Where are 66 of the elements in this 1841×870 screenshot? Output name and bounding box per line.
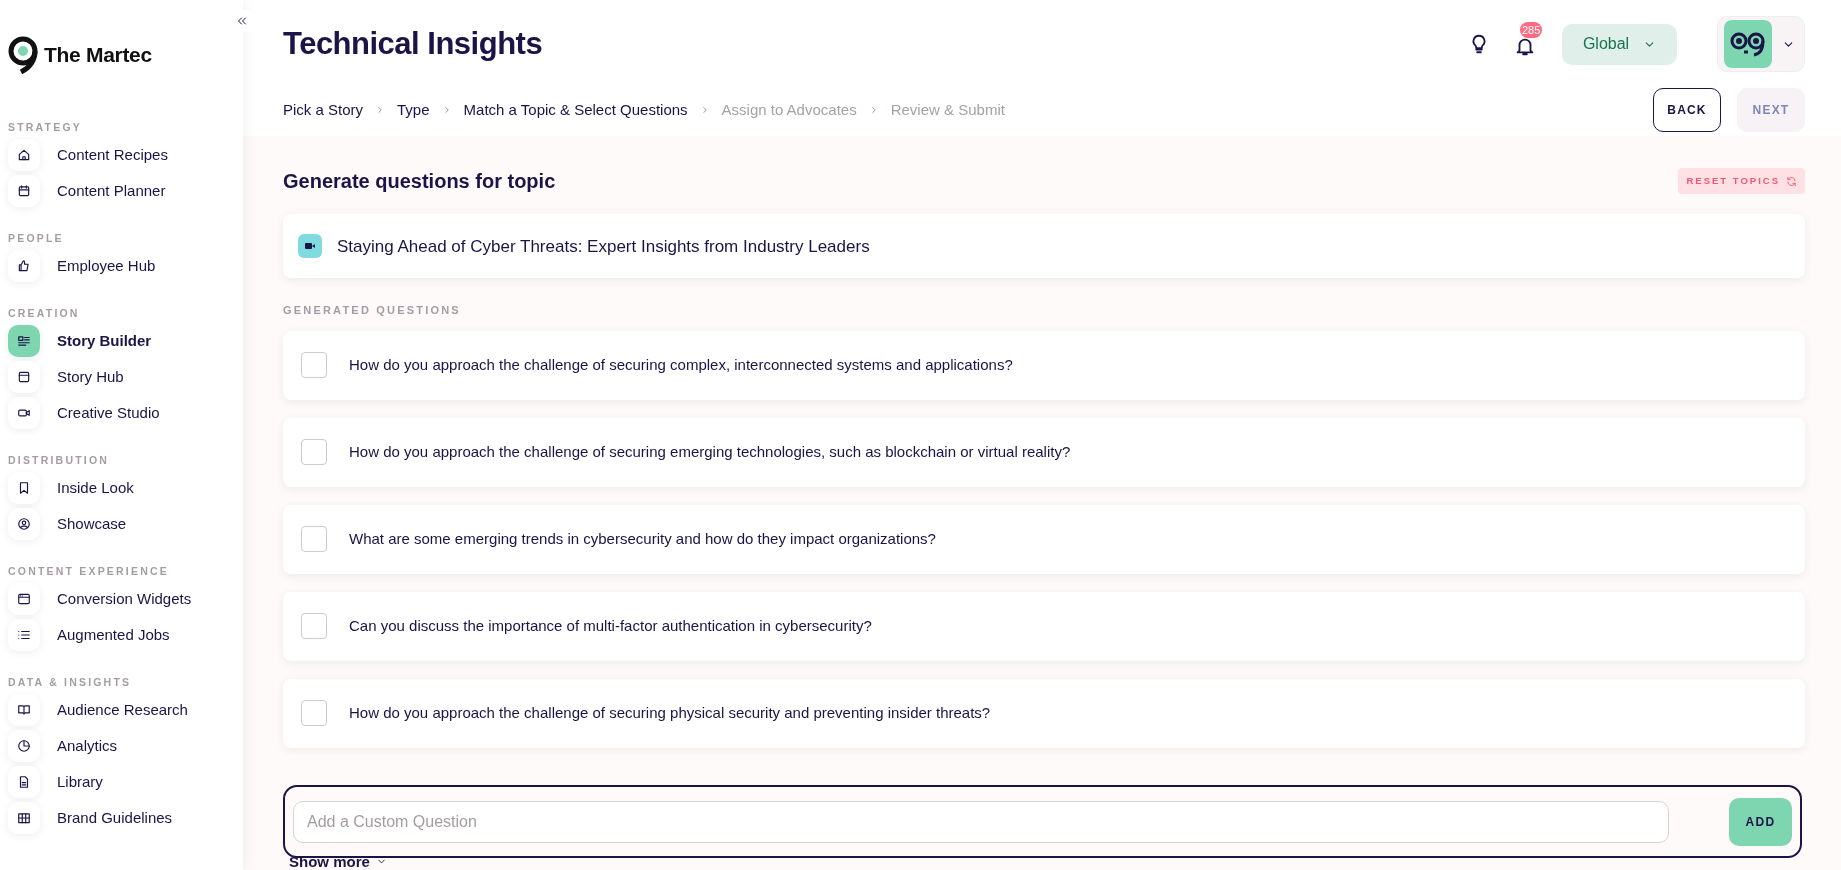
question-text: How do you approach the challenge of securing complex, interconnected systems and applications? xyxy=(349,355,1013,375)
section-label: CONTENT EXPERIENCE xyxy=(8,564,170,578)
sidebar-item[interactable]: Story Builder xyxy=(8,323,243,359)
question-text: What are some emerging trends in cybersecurity and how do they impact organizations? xyxy=(349,529,936,549)
home-icon xyxy=(17,148,31,162)
sidebar-item[interactable]: Library xyxy=(8,764,243,800)
add-button[interactable]: ADD xyxy=(1729,797,1792,846)
question-checkbox[interactable] xyxy=(301,613,327,640)
sidebar-item[interactable]: Analytics xyxy=(8,728,243,764)
thumbs-up-icon xyxy=(17,259,31,273)
question-checkbox[interactable] xyxy=(301,439,327,466)
breadcrumb-step: Review & Submit xyxy=(890,98,1005,122)
question-checkbox[interactable] xyxy=(301,352,327,379)
nav-button[interactable]: BACK xyxy=(1653,88,1721,132)
double-chevron-left-icon xyxy=(236,15,248,27)
sidebar-item[interactable]: Showcase xyxy=(8,506,243,542)
question-text: Can you discuss the importance of multi-factor authentication in cybersecurity? xyxy=(349,616,872,636)
custom-question-field[interactable]: Add a Custom Question xyxy=(293,800,1669,843)
sidebar-item[interactable]: Creative Studio xyxy=(8,395,243,431)
refresh-icon xyxy=(1786,175,1797,187)
logo-icon xyxy=(8,36,38,74)
breadcrumb-step[interactable]: Type xyxy=(397,98,430,122)
page-title: Technical Insights xyxy=(283,25,543,63)
question-checkbox[interactable] xyxy=(301,526,327,553)
breadcrumb-step[interactable]: Match a Topic & Select Questions xyxy=(463,98,688,122)
user-circle-icon xyxy=(17,517,31,531)
grid-book-icon xyxy=(17,811,31,825)
sidebar-item[interactable]: Inside Look xyxy=(8,470,243,506)
section-label: CREATION xyxy=(8,306,81,320)
window-icon xyxy=(17,370,31,384)
sidebar-item[interactable]: Content Recipes xyxy=(8,137,243,173)
region-dropdown[interactable]: Global xyxy=(1562,23,1677,65)
section-label: DISTRIBUTION xyxy=(8,453,111,467)
sidebar-item[interactable]: Content Planner xyxy=(8,173,243,209)
breadcrumb-step: Assign to Advocates xyxy=(721,98,857,122)
question-text: How do you approach the challenge of securing emerging technologies, such as blockchain or virtual reality? xyxy=(349,442,1071,462)
calendar-icon xyxy=(17,184,31,198)
video-camera-icon xyxy=(17,406,31,420)
sidebar-item[interactable]: Augmented Jobs xyxy=(8,617,243,653)
show-more-link[interactable]: Show more xyxy=(289,850,387,870)
story-card-icon xyxy=(17,334,31,348)
notification-badge: 285 xyxy=(1520,22,1543,38)
sidebar-item[interactable]: Brand Guidelines xyxy=(8,800,243,836)
topic-title: Staying Ahead of Cyber Threats: Expert Insights from Industry Leaders xyxy=(337,235,870,258)
browser-window-icon xyxy=(17,592,31,606)
sidebar-item[interactable]: Audience Research xyxy=(8,692,243,728)
bookmark-icon xyxy=(17,481,31,495)
sidebar-item[interactable]: Story Hub xyxy=(8,359,243,395)
list-icon xyxy=(17,628,31,642)
question-checkbox[interactable] xyxy=(301,700,327,727)
open-book-icon xyxy=(17,703,31,717)
document-icon xyxy=(17,775,31,789)
section-label: PEOPLE xyxy=(8,231,65,245)
account-menu[interactable] xyxy=(1717,16,1805,72)
pie-chart-icon xyxy=(17,739,31,753)
brand-name: The Martec xyxy=(44,42,152,69)
sidebar-item[interactable]: Employee Hub xyxy=(8,248,243,284)
breadcrumb-step[interactable]: Pick a Story xyxy=(283,98,364,122)
section-label: DATA & INSIGHTS xyxy=(8,675,133,689)
sidebar-item[interactable]: Conversion Widgets xyxy=(8,581,243,617)
section-heading: Generate questions for topic xyxy=(283,169,556,194)
section-label: STRATEGY xyxy=(8,120,83,134)
mascot-face-icon xyxy=(1730,31,1766,57)
question-text: How do you approach the challenge of securing physical security and preventing insider threats? xyxy=(349,703,991,723)
video-topic-icon xyxy=(298,234,322,259)
questions-label: GENERATED QUESTIONS xyxy=(283,303,462,319)
